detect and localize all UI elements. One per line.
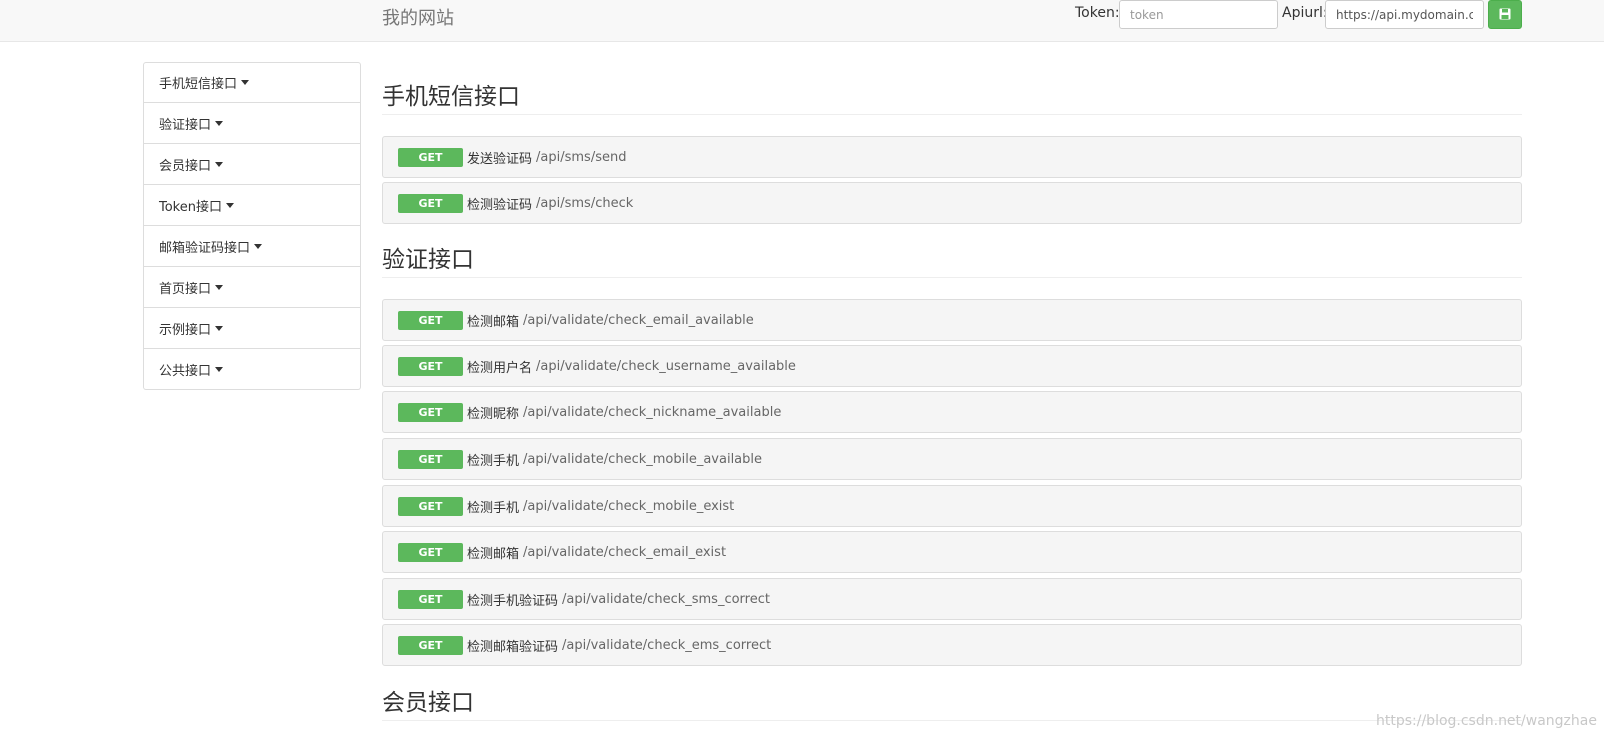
caret-down-icon [226, 202, 234, 208]
sidebar-item-common[interactable]: 公共接口 [143, 349, 361, 390]
sidebar-item-label: 首页接口 [159, 281, 212, 297]
sidebar-item-label: 手机短信接口 [159, 77, 238, 92]
method-badge: GET [398, 310, 463, 330]
endpoint-row[interactable]: GET 检测邮箱验证码 /api/validate/check_ems_corr… [382, 624, 1522, 666]
save-button[interactable] [1488, 0, 1522, 29]
method-badge: GET [398, 193, 463, 213]
endpoint-name: 发送验证码 [467, 151, 533, 167]
section-divider [382, 277, 1522, 278]
sidebar-item-label: 示例接口 [159, 322, 212, 338]
caret-down-icon [241, 80, 250, 85]
floppy-disk-icon [1499, 5, 1511, 24]
method-badge: GET [398, 635, 463, 655]
endpoint-row[interactable]: GET 检测邮箱 /api/validate/check_email_exist [382, 531, 1522, 573]
endpoint-row[interactable]: GET 检测手机 /api/validate/check_mobile_exis… [382, 485, 1522, 527]
endpoint-name: 检测邮箱验证码 [467, 639, 559, 655]
apiurl-label: Apiurl: [1282, 5, 1328, 21]
method-badge: GET [398, 147, 463, 167]
sidebar-item-label: Token接口 [159, 199, 222, 215]
watermark-text: https://blog.csdn.net/wangzhae [1376, 713, 1597, 729]
caret-down-icon [215, 120, 224, 126]
caret-down-icon [215, 161, 224, 167]
top-navbar: 我的网站 Token: Apiurl: [0, 0, 1604, 42]
section-divider [382, 114, 1522, 115]
endpoint-row[interactable]: GET 检测昵称 /api/validate/check_nickname_av… [382, 391, 1522, 433]
sidebar: 手机短信接口 验证接口 会员接口 Token接口 邮箱验证码接口 首页接口 示例… [143, 62, 361, 390]
sidebar-item-label: 会员接口 [159, 158, 212, 174]
sidebar-item-label: 公共接口 [159, 363, 212, 379]
endpoint-name: 检测用户名 [467, 360, 533, 376]
section-divider [382, 720, 1522, 721]
caret-down-icon [215, 366, 224, 372]
token-label: Token: [1075, 5, 1120, 21]
endpoint-row[interactable]: GET 检测用户名 /api/validate/check_username_a… [382, 345, 1522, 387]
endpoint-row[interactable]: GET 检测手机验证码 /api/validate/check_sms_corr… [382, 578, 1522, 620]
endpoint-name: 检测邮箱 [467, 546, 520, 562]
sidebar-item-label: 邮箱验证码接口 [159, 240, 251, 256]
endpoint-row[interactable]: GET 发送验证码 /api/sms/send [382, 136, 1522, 178]
endpoint-path: /api/validate/check_nickname_available [523, 404, 782, 420]
endpoint-path: /api/sms/send [536, 149, 627, 165]
endpoint-path: /api/validate/check_email_exist [523, 544, 727, 560]
section-title: 手机短信接口 [382, 84, 520, 110]
sidebar-item-token[interactable]: Token接口 [143, 185, 361, 226]
endpoint-path: /api/validate/check_ems_correct [562, 637, 772, 653]
endpoint-path: /api/sms/check [536, 195, 634, 211]
caret-down-icon [254, 243, 263, 249]
method-badge: GET [398, 402, 463, 422]
endpoint-name: 检测手机 [467, 500, 520, 516]
site-brand[interactable]: 我的网站 [382, 4, 454, 30]
endpoint-row[interactable]: GET 检测验证码 /api/sms/check [382, 182, 1522, 224]
endpoint-row[interactable]: GET 检测邮箱 /api/validate/check_email_avail… [382, 299, 1522, 341]
method-badge: GET [398, 542, 463, 562]
method-badge: GET [398, 449, 463, 469]
sidebar-item-ems[interactable]: 邮箱验证码接口 [143, 226, 361, 267]
sidebar-item-demo[interactable]: 示例接口 [143, 308, 361, 349]
endpoint-path: /api/validate/check_email_available [523, 312, 754, 328]
method-badge: GET [398, 496, 463, 516]
sidebar-item-user[interactable]: 会员接口 [143, 144, 361, 185]
endpoint-name: 检测昵称 [467, 406, 520, 422]
method-badge: GET [398, 589, 463, 609]
method-badge: GET [398, 356, 463, 376]
apiurl-input[interactable] [1325, 0, 1484, 29]
sidebar-item-sms[interactable]: 手机短信接口 [143, 62, 361, 103]
caret-down-icon [215, 325, 224, 331]
endpoint-row[interactable]: GET 检测手机 /api/validate/check_mobile_avai… [382, 438, 1522, 480]
caret-down-icon [215, 284, 224, 290]
endpoint-name: 检测邮箱 [467, 314, 520, 330]
sidebar-item-label: 验证接口 [159, 117, 212, 133]
endpoint-path: /api/validate/check_mobile_available [523, 451, 763, 467]
endpoint-path: /api/validate/check_username_available [536, 358, 796, 374]
sidebar-item-validate[interactable]: 验证接口 [143, 103, 361, 144]
endpoint-name: 检测验证码 [467, 197, 533, 213]
section-title: 验证接口 [382, 247, 474, 273]
endpoint-path: /api/validate/check_mobile_exist [523, 498, 735, 514]
endpoint-name: 检测手机验证码 [467, 593, 559, 609]
section-title: 会员接口 [382, 690, 474, 716]
endpoint-path: /api/validate/check_sms_correct [562, 591, 770, 607]
endpoint-name: 检测手机 [467, 453, 520, 469]
token-input[interactable] [1119, 0, 1278, 29]
sidebar-item-index[interactable]: 首页接口 [143, 267, 361, 308]
